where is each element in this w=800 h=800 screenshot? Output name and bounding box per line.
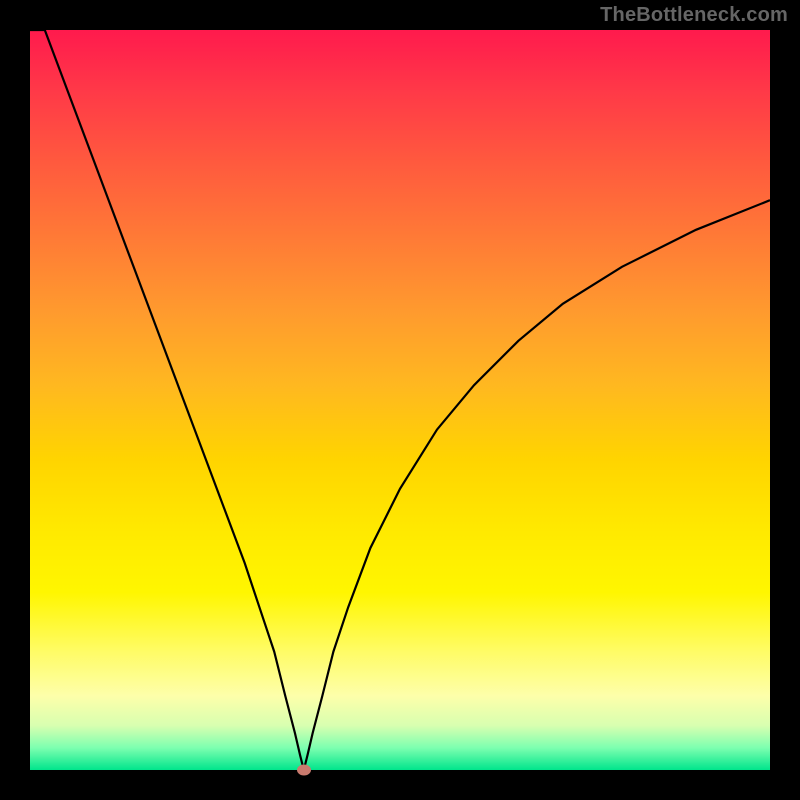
plot-area [30, 30, 770, 770]
chart-frame: TheBottleneck.com [0, 0, 800, 800]
optimal-point-marker [297, 765, 311, 776]
bottleneck-curve [30, 30, 770, 770]
watermark-text: TheBottleneck.com [600, 4, 788, 27]
